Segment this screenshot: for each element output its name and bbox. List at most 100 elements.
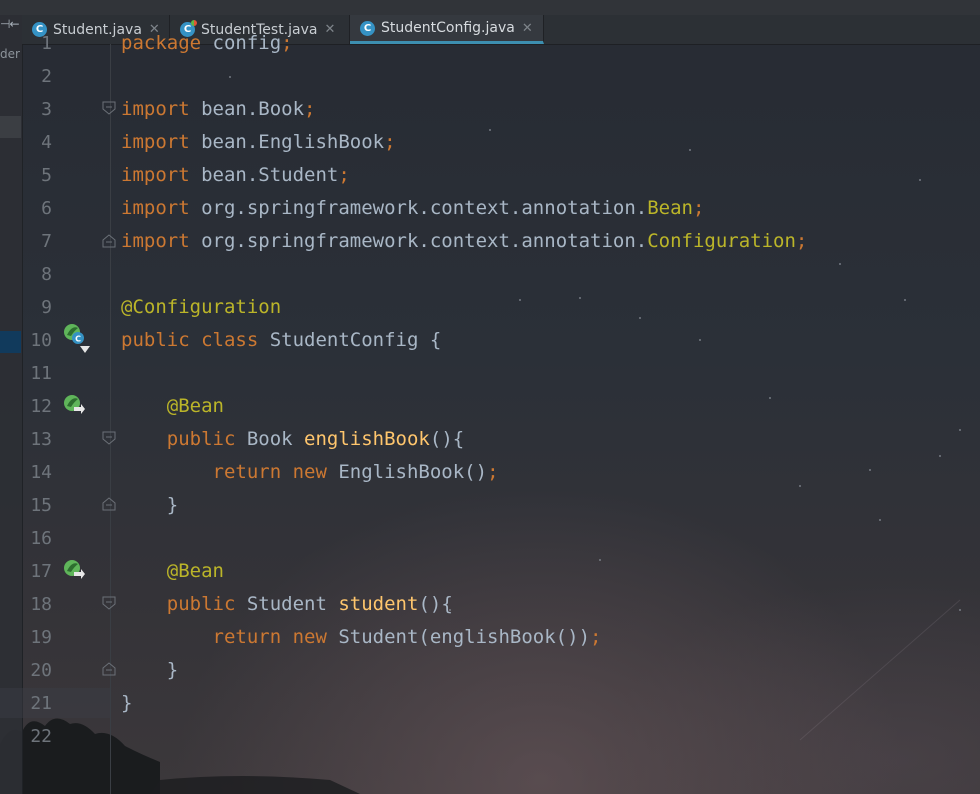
code-line[interactable]: import bean.Book; [121, 93, 315, 126]
code-line[interactable]: return new EnglishBook(); [121, 456, 499, 489]
code-line[interactable]: public Book englishBook(){ [121, 423, 464, 456]
code-token: config [201, 32, 282, 54]
star-dot [229, 76, 231, 78]
line-number: 12 [30, 396, 52, 417]
code-line[interactable]: package config; [121, 27, 293, 60]
spring-config-icon[interactable]: C [63, 323, 85, 345]
fold-start-icon[interactable] [102, 101, 116, 115]
star-dot [699, 339, 701, 341]
code-line[interactable]: public Student student(){ [121, 588, 453, 621]
code-token: bean.Student [189, 164, 339, 186]
code-token: englishBook [304, 428, 430, 450]
code-token: @Configuration [121, 296, 282, 318]
code-token: org.springframework.context.annotation. [189, 230, 648, 252]
line-number: 20 [30, 660, 52, 681]
code-token: Book [235, 428, 305, 450]
fold-end-icon[interactable] [102, 662, 116, 676]
code-token: return new [212, 626, 327, 648]
code-token: @Bean [166, 560, 224, 582]
fold-end-icon[interactable] [102, 497, 116, 511]
code-token: } [166, 659, 179, 681]
line-number: 16 [30, 528, 52, 549]
title-strip [0, 0, 980, 15]
code-line[interactable]: } [121, 489, 178, 522]
project-tree-hover-row[interactable] [0, 116, 21, 138]
left-strip-fragment-top: ⊣← [0, 17, 19, 31]
star-dot [939, 455, 941, 457]
code-token: import [121, 131, 190, 153]
star-dot [959, 609, 961, 611]
current-line-gutter-highlight [0, 688, 111, 718]
line-number: 22 [30, 726, 52, 747]
code-line[interactable]: return new Student(englishBook()); [121, 621, 602, 654]
star-dot [639, 317, 641, 319]
star-dot [519, 299, 521, 301]
line-number: 19 [30, 627, 52, 648]
code-token: import [121, 98, 190, 120]
code-token: import [121, 230, 190, 252]
code-line[interactable]: import bean.EnglishBook; [121, 126, 396, 159]
code-token: StudentConfig { [258, 329, 442, 351]
code-token: } [166, 494, 179, 516]
code-token: Configuration [647, 230, 796, 252]
code-token: ; [590, 626, 602, 648]
code-line[interactable]: @Configuration [121, 291, 281, 324]
code-line[interactable]: } [121, 654, 178, 687]
code-line[interactable]: @Bean [121, 390, 224, 423]
star-dot [959, 429, 961, 431]
code-token: (){ [429, 428, 465, 450]
code-token: bean.EnglishBook [189, 131, 385, 153]
code-token: ; [304, 98, 316, 120]
code-token: public class [121, 329, 259, 351]
star-dot [869, 469, 871, 471]
line-number: 4 [41, 132, 52, 153]
close-tab-icon[interactable]: ✕ [324, 22, 336, 37]
spring-bean-navigate-icon[interactable] [63, 393, 85, 415]
code-token: Student(englishBook()) [326, 626, 591, 648]
left-tool-strip: ⊣← der [0, 15, 23, 794]
star-dot [769, 397, 771, 399]
code-line[interactable]: import org.springframework.context.annot… [121, 192, 704, 225]
code-token: @Bean [166, 395, 224, 417]
close-tab-icon[interactable]: ✕ [522, 21, 534, 36]
gutter-separator [110, 44, 111, 794]
line-number: 17 [30, 561, 52, 582]
line-number: 15 [30, 495, 52, 516]
fold-start-icon[interactable] [102, 431, 116, 445]
code-token: org.springframework.context.annotation. [189, 197, 648, 219]
fold-end-icon[interactable] [102, 234, 116, 248]
fold-start-icon[interactable] [102, 596, 116, 610]
code-token: ; [338, 164, 350, 186]
wallpaper-treeline [0, 718, 360, 794]
line-number: 6 [41, 198, 52, 219]
code-line[interactable]: import org.springframework.context.annot… [121, 225, 807, 258]
code-line[interactable]: public class StudentConfig { [121, 324, 441, 357]
star-dot [799, 485, 801, 487]
line-number: 13 [30, 429, 52, 450]
code-line[interactable]: import bean.Student; [121, 159, 350, 192]
line-number: 21 [30, 693, 52, 714]
code-token: public [166, 593, 236, 615]
code-line[interactable]: } [121, 687, 132, 720]
code-token: public [166, 428, 236, 450]
code-token: import [121, 164, 190, 186]
project-tree-selected-row[interactable] [0, 331, 21, 353]
code-line[interactable]: @Bean [121, 555, 224, 588]
line-number: 10 [30, 330, 52, 351]
code-token: ; [281, 32, 293, 54]
java-class-icon: C [360, 20, 375, 36]
star-dot [489, 129, 491, 131]
tab-studentconfig-java[interactable]: C StudentConfig.java ✕ [350, 15, 544, 44]
spring-bean-navigate-icon[interactable] [63, 558, 85, 580]
star-dot [904, 299, 906, 301]
code-token: import [121, 197, 190, 219]
code-token: ; [487, 461, 499, 483]
dropdown-arrow-icon[interactable] [80, 346, 90, 354]
